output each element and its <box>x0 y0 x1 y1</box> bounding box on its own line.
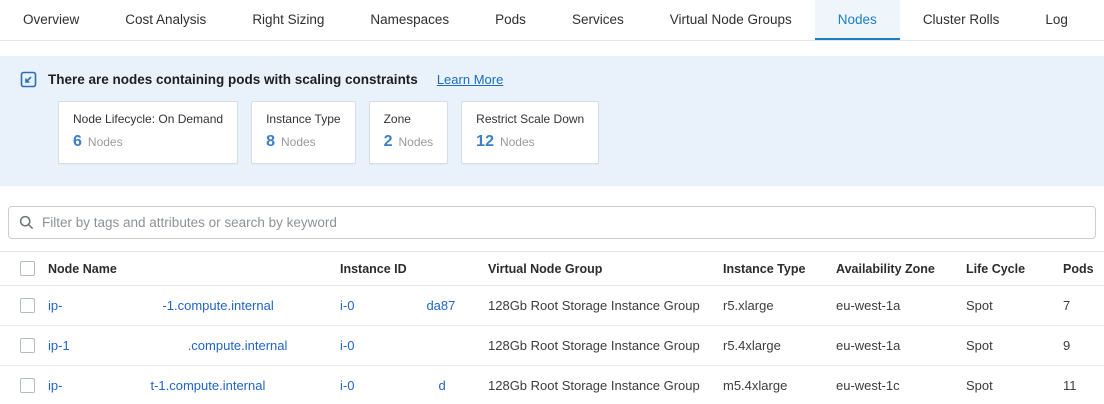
tab-namespaces[interactable]: Namespaces <box>347 0 472 40</box>
redacted-gap <box>354 309 426 310</box>
availability-zone-cell: eu-west-1a <box>836 338 966 353</box>
header-availability-zone: Availability Zone <box>836 262 966 276</box>
card-title: Zone <box>384 112 434 126</box>
card-count: 8 <box>266 133 275 151</box>
header-pods: Pods <box>1063 262 1104 276</box>
tab-nodes[interactable]: Nodes <box>815 0 900 40</box>
pods-cell: 11 <box>1063 378 1104 393</box>
card-instance-type[interactable]: Instance Type 8 Nodes <box>251 101 356 164</box>
card-count: 2 <box>384 133 393 151</box>
scaling-constraint-icon <box>20 71 37 88</box>
card-title: Restrict Scale Down <box>476 112 584 126</box>
redacted-gap <box>62 309 162 310</box>
constraint-cards: Node Lifecycle: On Demand 6 Nodes Instan… <box>58 101 1084 164</box>
card-zone[interactable]: Zone 2 Nodes <box>369 101 449 164</box>
tab-cost-analysis[interactable]: Cost Analysis <box>102 0 229 40</box>
table-header-row: Node Name Instance ID Virtual Node Group… <box>0 251 1104 286</box>
row-checkbox[interactable] <box>20 298 35 313</box>
row-checkbox[interactable] <box>20 338 35 353</box>
life-cycle-cell: Spot <box>966 298 1063 313</box>
banner-message: There are nodes containing pods with sca… <box>48 72 418 87</box>
node-name-link[interactable]: ip- -1.compute.internal <box>48 298 340 313</box>
redacted-gap <box>354 389 438 390</box>
header-node-name: Node Name <box>48 262 340 276</box>
instance-id-suffix: d <box>438 378 445 393</box>
tab-virtual-node-groups[interactable]: Virtual Node Groups <box>647 0 815 40</box>
life-cycle-cell: Spot <box>966 338 1063 353</box>
card-unit: Nodes <box>88 135 123 149</box>
redacted-gap <box>354 349 394 350</box>
instance-type-cell: m5.4xlarge <box>723 378 836 393</box>
tab-right-sizing[interactable]: Right Sizing <box>229 0 347 40</box>
redacted-gap <box>70 349 188 350</box>
availability-zone-cell: eu-west-1c <box>836 378 966 393</box>
node-name-prefix: ip- <box>48 378 62 393</box>
instance-id-prefix: i-0 <box>340 338 354 353</box>
row-checkbox[interactable] <box>20 378 35 393</box>
tab-pods[interactable]: Pods <box>472 0 549 40</box>
select-all-checkbox[interactable] <box>20 261 35 276</box>
instance-type-cell: r5.4xlarge <box>723 338 836 353</box>
header-instance-type: Instance Type <box>723 262 836 276</box>
node-name-link[interactable]: ip-1 .compute.internal <box>48 338 340 353</box>
search-input[interactable] <box>42 215 1085 230</box>
header-life-cycle: Life Cycle <box>966 262 1063 276</box>
card-count: 12 <box>476 133 494 151</box>
life-cycle-cell: Spot <box>966 378 1063 393</box>
pods-cell: 9 <box>1063 338 1104 353</box>
card-title: Node Lifecycle: On Demand <box>73 112 223 126</box>
search-icon <box>19 215 34 230</box>
card-unit: Nodes <box>281 135 316 149</box>
instance-id-prefix: i-0 <box>340 378 354 393</box>
instance-id-link[interactable]: i-0 da87 <box>340 298 488 313</box>
node-name-suffix: .compute.internal <box>188 338 288 353</box>
tab-log[interactable]: Log <box>1022 0 1091 40</box>
scaling-constraints-banner: There are nodes containing pods with sca… <box>0 56 1104 186</box>
redacted-gap <box>62 389 150 390</box>
availability-zone-cell: eu-west-1a <box>836 298 966 313</box>
card-unit: Nodes <box>500 135 535 149</box>
learn-more-link[interactable]: Learn More <box>437 72 503 87</box>
virtual-node-group-cell: 128Gb Root Storage Instance Group <box>488 338 723 353</box>
node-name-prefix: ip- <box>48 298 62 313</box>
instance-id-link[interactable]: i-0 <box>340 338 488 353</box>
virtual-node-group-cell: 128Gb Root Storage Instance Group <box>488 378 723 393</box>
table-row: ip- -1.compute.internal i-0 da87 128Gb Roo… <box>0 286 1104 326</box>
tab-overview[interactable]: Overview <box>0 0 102 40</box>
instance-id-link[interactable]: i-0 d <box>340 378 488 393</box>
table-row: ip-t-1.compute.internal i-0 d 128Gb Root … <box>0 366 1104 404</box>
tab-services[interactable]: Services <box>549 0 647 40</box>
card-restrict-scale-down[interactable]: Restrict Scale Down 12 Nodes <box>461 101 599 164</box>
instance-id-prefix: i-0 <box>340 298 354 313</box>
instance-type-cell: r5.xlarge <box>723 298 836 313</box>
node-name-suffix: t-1.compute.internal <box>150 378 265 393</box>
card-title: Instance Type <box>266 112 341 126</box>
virtual-node-group-cell: 128Gb Root Storage Instance Group <box>488 298 723 313</box>
table-row: ip-1 .compute.internal i-0 128Gb Root Sto… <box>0 326 1104 366</box>
card-count: 6 <box>73 133 82 151</box>
node-name-suffix: -1.compute.internal <box>162 298 273 313</box>
nodes-table: Node Name Instance ID Virtual Node Group… <box>0 251 1104 404</box>
cluster-tab-bar: Overview Cost Analysis Right Sizing Name… <box>0 0 1104 41</box>
instance-id-suffix: da87 <box>426 298 455 313</box>
tab-cluster-rolls[interactable]: Cluster Rolls <box>900 0 1023 40</box>
header-instance-id: Instance ID <box>340 262 488 276</box>
node-name-link[interactable]: ip-t-1.compute.internal <box>48 378 340 393</box>
header-virtual-node-group: Virtual Node Group <box>488 262 723 276</box>
card-unit: Nodes <box>398 135 433 149</box>
card-node-lifecycle[interactable]: Node Lifecycle: On Demand 6 Nodes <box>58 101 238 164</box>
pods-cell: 7 <box>1063 298 1104 313</box>
filter-bar <box>8 206 1096 239</box>
node-name-prefix: ip-1 <box>48 338 70 353</box>
